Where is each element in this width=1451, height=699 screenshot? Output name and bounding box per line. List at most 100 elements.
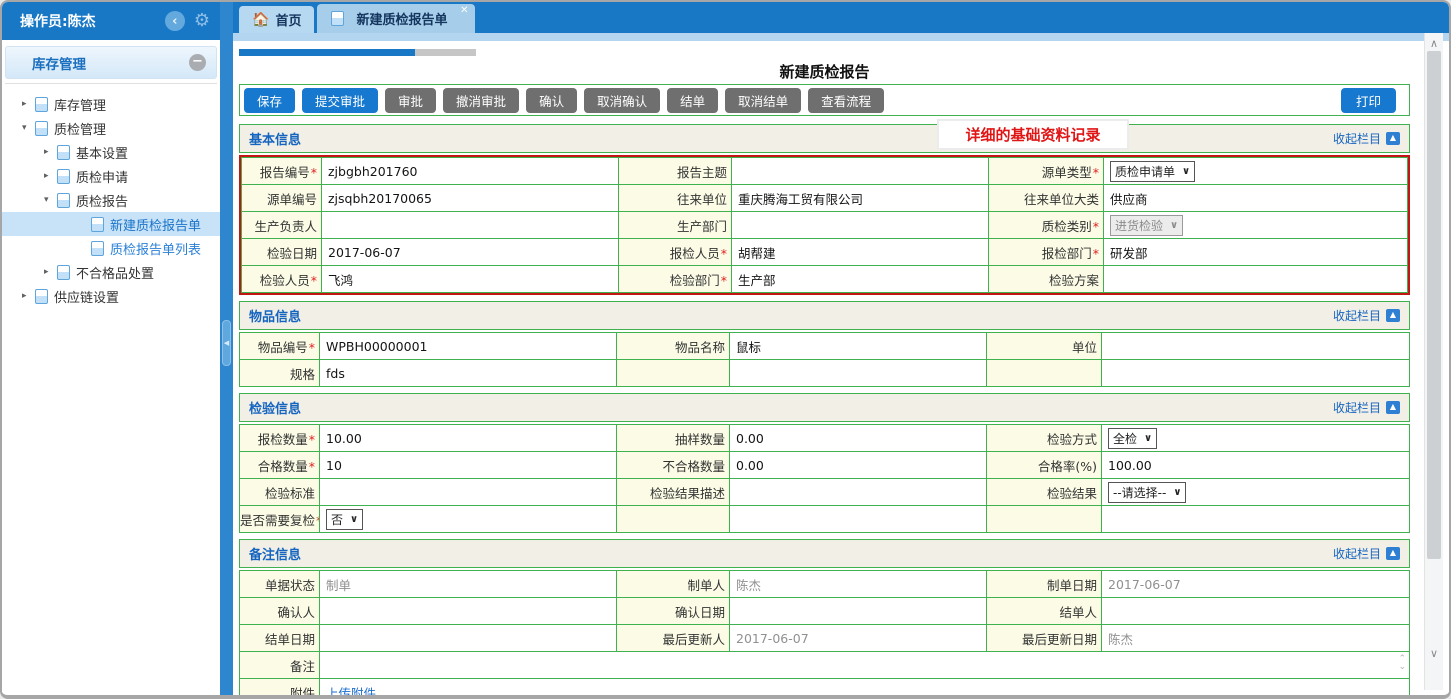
- field-value-cell[interactable]: 质检申请单: [1104, 158, 1408, 185]
- field-value-cell[interactable]: 供应商: [1104, 185, 1408, 212]
- sidebar-splitter[interactable]: ◀: [220, 2, 233, 695]
- sidebar-item-qc-mgmt[interactable]: ▾质检管理: [2, 116, 220, 140]
- field-value-cell[interactable]: 进货检验: [1104, 212, 1408, 239]
- field-value-cell[interactable]: [320, 598, 617, 625]
- field-label: 单据状态: [265, 578, 315, 593]
- field-value-cell[interactable]: [730, 506, 987, 533]
- field-value-cell[interactable]: 0.00: [730, 425, 987, 452]
- sidebar-item-basic-settings[interactable]: ▸基本设置: [2, 140, 220, 164]
- field-value-cell[interactable]: [320, 625, 617, 652]
- tree-collapsed-arrow[interactable]: ▸: [44, 267, 56, 277]
- field-value-cell[interactable]: 陈杰: [1102, 625, 1410, 652]
- field-value-cell[interactable]: [730, 598, 987, 625]
- field-value-cell[interactable]: [1104, 266, 1408, 293]
- spinner-arrows-icon[interactable]: ⌃⌄: [1398, 655, 1406, 671]
- tree-collapsed-arrow[interactable]: ▸: [44, 171, 56, 181]
- tree-expanded-arrow[interactable]: ▾: [44, 195, 56, 205]
- field-value-cell[interactable]: 2017-06-07: [1102, 571, 1410, 598]
- tree-collapsed-arrow[interactable]: ▸: [22, 99, 34, 109]
- save-button[interactable]: 保存: [244, 88, 295, 113]
- splitter-collapse-handle[interactable]: ◀: [222, 320, 231, 366]
- sidebar-item-inventory-mgmt[interactable]: ▸库存管理: [2, 92, 220, 116]
- confirm-button[interactable]: 确认: [526, 88, 577, 113]
- sidebar-panel-header[interactable]: 库存管理 −: [5, 46, 217, 79]
- close-icon[interactable]: [460, 5, 468, 16]
- collapse-back-icon[interactable]: ‹: [165, 11, 185, 31]
- inspection-result-select[interactable]: --请选择--: [1108, 482, 1186, 503]
- field-value-cell[interactable]: [1102, 598, 1410, 625]
- sidebar-item-qc-report-list[interactable]: 质检报告单列表: [2, 236, 220, 260]
- field-value-cell[interactable]: 全检: [1102, 425, 1410, 452]
- print-button[interactable]: 打印: [1341, 88, 1396, 113]
- field-value-cell[interactable]: [730, 360, 987, 387]
- required-asterisk: *: [1093, 165, 1099, 180]
- field-value-cell[interactable]: zjbgbh201760: [322, 158, 619, 185]
- remark-textarea[interactable]: ⌃⌄: [320, 652, 1410, 679]
- cancel-close-order-button[interactable]: 取消结单: [725, 88, 801, 113]
- field-value-cell[interactable]: [1102, 333, 1410, 360]
- field-value-cell[interactable]: 鼠标: [730, 333, 987, 360]
- close-order-button[interactable]: 结单: [667, 88, 718, 113]
- minus-circle-icon[interactable]: −: [189, 54, 206, 71]
- field-value-cell[interactable]: 0.00: [730, 452, 987, 479]
- sidebar-item-qc-report[interactable]: ▾ 质检报告: [2, 188, 220, 212]
- field-value-cell[interactable]: [320, 479, 617, 506]
- field-value-cell[interactable]: 2017-06-07: [322, 239, 619, 266]
- collapse-section-link[interactable]: 收起栏目: [1333, 545, 1400, 562]
- field-value-cell[interactable]: [1102, 506, 1410, 533]
- field-value-cell[interactable]: 胡帮建: [732, 239, 989, 266]
- tree-expanded-arrow[interactable]: ▾: [22, 123, 34, 133]
- sidebar-item-qc-application[interactable]: ▸质检申请: [2, 164, 220, 188]
- collapse-section-link[interactable]: 收起栏目: [1333, 130, 1400, 147]
- upload-attachment-link[interactable]: 上传附件: [326, 686, 376, 699]
- tab-home[interactable]: 🏠 首页: [239, 6, 314, 33]
- tree-collapsed-arrow[interactable]: ▸: [44, 147, 56, 157]
- inspection-method-select[interactable]: 全检: [1108, 428, 1157, 449]
- sidebar-item-nonconforming-disposal[interactable]: ▸不合格品处置: [2, 260, 220, 284]
- sidebar-item-new-qc-report[interactable]: 新建质检报告单: [2, 212, 220, 236]
- field-value-cell[interactable]: [732, 212, 989, 239]
- field-value-cell[interactable]: 陈杰: [730, 571, 987, 598]
- gear-icon[interactable]: ⚙: [194, 12, 210, 30]
- field-value-cell[interactable]: 研发部: [1104, 239, 1408, 266]
- field-value-cell[interactable]: 飞鸿: [322, 266, 619, 293]
- field-value-cell[interactable]: 重庆腾海工贸有限公司: [732, 185, 989, 212]
- field-value-cell[interactable]: WPBH00000001: [320, 333, 617, 360]
- table-row: 结单日期最后更新人2017-06-07最后更新日期陈杰: [240, 625, 1410, 652]
- source-type-select[interactable]: 质检申请单: [1110, 161, 1195, 182]
- field-value-cell[interactable]: 生产部: [732, 266, 989, 293]
- submit-approval-button[interactable]: 提交审批: [302, 88, 378, 113]
- field-value-cell[interactable]: 制单: [320, 571, 617, 598]
- scroll-down-icon[interactable]: [1425, 647, 1443, 660]
- field-value-cell[interactable]: 10: [320, 452, 617, 479]
- field-value-cell[interactable]: [732, 158, 989, 185]
- field-value-cell[interactable]: 10.00: [320, 425, 617, 452]
- tab-new-qc-report[interactable]: 新建质检报告单: [317, 4, 475, 33]
- field-value-cell[interactable]: [322, 212, 619, 239]
- field-label-cell: 不合格数量: [617, 452, 730, 479]
- view-workflow-button[interactable]: 查看流程: [808, 88, 884, 113]
- sidebar-item-label: 质检报告: [76, 191, 128, 210]
- field-value-cell[interactable]: 100.00: [1102, 452, 1410, 479]
- approve-button[interactable]: 审批: [385, 88, 436, 113]
- required-asterisk: *: [309, 459, 315, 474]
- field-value-cell[interactable]: 2017-06-07: [730, 625, 987, 652]
- field-value-cell[interactable]: --请选择--: [1102, 479, 1410, 506]
- field-value-cell[interactable]: fds: [320, 360, 617, 387]
- tree-collapsed-arrow[interactable]: ▸: [22, 291, 34, 301]
- scroll-up-icon[interactable]: [1425, 37, 1443, 50]
- field-value-cell[interactable]: zjsqbh20170065: [322, 185, 619, 212]
- sidebar-item-supply-chain-settings[interactable]: ▸供应链设置: [2, 284, 220, 308]
- collapse-section-link[interactable]: 收起栏目: [1333, 399, 1400, 416]
- scrollbar-thumb[interactable]: [1427, 51, 1441, 559]
- field-value-cell[interactable]: 否: [320, 506, 617, 533]
- field-value-cell[interactable]: [730, 479, 987, 506]
- recheck-select[interactable]: 否: [326, 509, 363, 530]
- collapse-section-link[interactable]: 收起栏目: [1333, 307, 1400, 324]
- field-label-cell: 检验结果描述: [617, 479, 730, 506]
- vertical-scrollbar[interactable]: [1424, 33, 1443, 690]
- cancel-confirm-button[interactable]: 取消确认: [584, 88, 660, 113]
- field-value: 胡帮建: [738, 246, 776, 261]
- field-value-cell[interactable]: [1102, 360, 1410, 387]
- revoke-approval-button[interactable]: 撤消审批: [443, 88, 519, 113]
